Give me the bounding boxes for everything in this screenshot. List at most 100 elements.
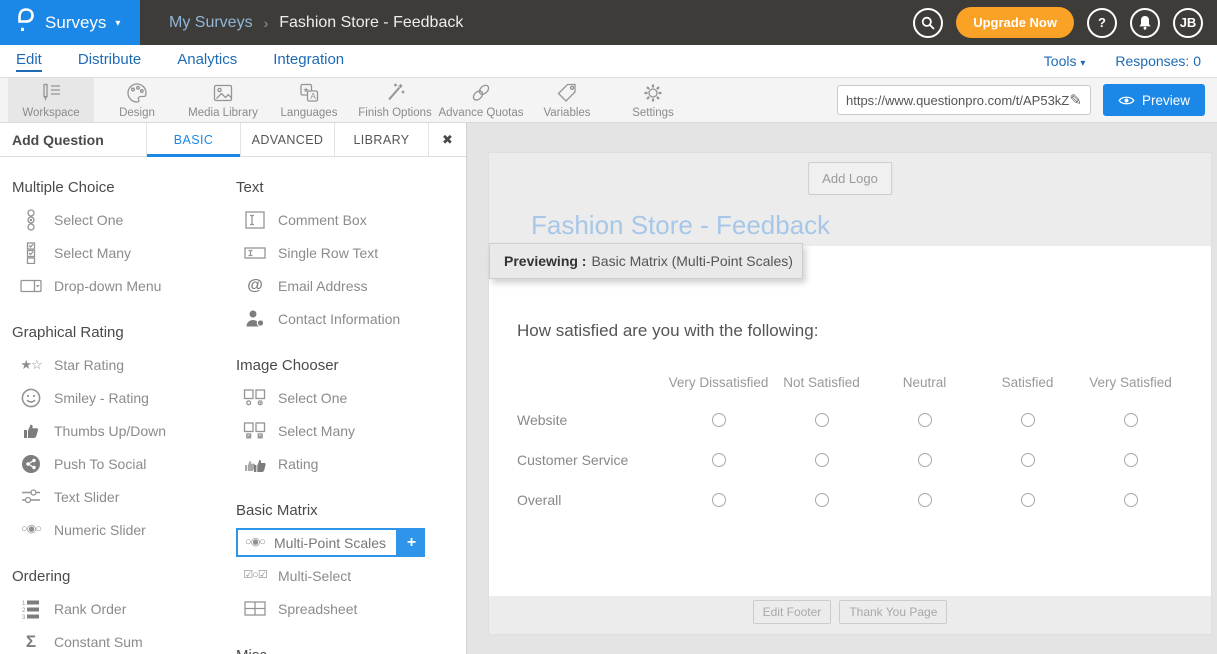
question-type-label: Text Slider — [54, 489, 119, 505]
radio-button-customer-service-not-satisfied[interactable] — [815, 453, 829, 467]
comment-box-icon — [242, 211, 268, 229]
question-type-email-address[interactable]: @Email Address — [236, 269, 460, 302]
add-logo-button[interactable]: Add Logo — [808, 162, 892, 195]
question-type-multi-point-scales[interactable]: ○◉○Multi-Point Scales — [236, 528, 398, 557]
toolbar-item-media-library[interactable]: Media Library — [180, 78, 266, 122]
preview-button[interactable]: Preview — [1103, 84, 1205, 116]
search-button[interactable] — [913, 8, 943, 38]
image-select-many-icon — [242, 422, 268, 439]
radio-button-overall-very-satisfied[interactable] — [1124, 493, 1138, 507]
question-type-select-many[interactable]: Select Many — [12, 236, 236, 269]
finish-options-icon — [383, 81, 407, 105]
matrix-row-label: Website — [517, 400, 667, 440]
radio-button-website-neutral[interactable] — [918, 413, 932, 427]
avatar[interactable]: JB — [1173, 8, 1203, 38]
toolbar-item-variables[interactable]: Variables — [524, 78, 610, 122]
topbar-actions: Upgrade Now ? JB — [913, 0, 1217, 45]
add-question-plus-button[interactable]: + — [398, 528, 425, 557]
section-title: Text — [236, 179, 460, 197]
radio-button-customer-service-very-satisfied[interactable] — [1124, 453, 1138, 467]
panel-column-2: Text Comment Box Single Row Text @Email Add… — [236, 157, 460, 654]
radio-button-website-very-dissatisfied[interactable] — [712, 413, 726, 427]
breadcrumb-current-survey: Fashion Store - Feedback — [279, 14, 463, 32]
question-type-spreadsheet[interactable]: Spreadsheet — [236, 592, 460, 625]
radio-button-customer-service-very-dissatisfied[interactable] — [712, 453, 726, 467]
tab-library[interactable]: LIBRARY — [334, 123, 428, 156]
question-type-contact-information[interactable]: Contact Information — [236, 302, 460, 335]
toolbar-item-label: Settings — [632, 107, 674, 119]
radio-button-website-not-satisfied[interactable] — [815, 413, 829, 427]
card-footer: Edit Footer Thank You Page — [489, 596, 1211, 636]
question-type-star-rating[interactable]: ★☆Star Rating — [12, 348, 236, 381]
question-type-select-many[interactable]: Select Many — [236, 414, 460, 447]
chevron-down-icon: ▾ — [115, 18, 120, 29]
image-rating-icon — [242, 455, 268, 473]
close-icon: ✖ — [442, 132, 453, 148]
product-name: Surveys — [45, 13, 106, 33]
edit-url-pencil-icon[interactable]: ✎ — [1069, 91, 1082, 109]
nav-item-analytics[interactable]: Analytics — [177, 51, 237, 72]
tab-basic[interactable]: BASIC — [146, 123, 240, 156]
question-type-single-row-text[interactable]: Single Row Text — [236, 236, 460, 269]
question-type-lists: Multiple ChoiceSelect OneSelect ManyDrop… — [0, 157, 466, 654]
radio-button-website-satisfied[interactable] — [1021, 413, 1035, 427]
question-type-active-row: ○◉○Multi-Point Scales+ — [236, 526, 460, 559]
question-type-label: Select Many — [54, 245, 131, 261]
question-type-numeric-slider[interactable]: ○◉○Numeric Slider — [12, 513, 236, 546]
nav-item-integration[interactable]: Integration — [273, 51, 344, 72]
toolbar-item-advance-quotas[interactable]: Advance Quotas — [438, 78, 524, 122]
question-type-multi-select[interactable]: ☑○☑Multi-Select — [236, 559, 460, 592]
matrix-row-label: Overall — [517, 480, 667, 520]
contact-icon — [242, 309, 268, 328]
question-type-label: Single Row Text — [278, 245, 378, 261]
survey-url-input[interactable] — [846, 93, 1069, 108]
question-type-drop-down-menu[interactable]: Drop-down Menu — [12, 269, 236, 302]
question-type-select-one[interactable]: Select One — [12, 203, 236, 236]
thank-you-page-button[interactable]: Thank You Page — [839, 600, 947, 624]
product-switcher[interactable]: Surveys ▾ — [0, 0, 140, 45]
bell-icon — [1138, 15, 1152, 30]
breadcrumb-my-surveys[interactable]: My Surveys — [169, 14, 253, 32]
toolbar-item-workspace[interactable]: Workspace — [8, 78, 94, 122]
toolbar-item-settings[interactable]: Settings — [610, 78, 696, 122]
question-type-label: Smiley - Rating — [54, 390, 149, 406]
radio-button-overall-very-dissatisfied[interactable] — [712, 493, 726, 507]
matrix-radio-cell — [1079, 400, 1182, 440]
question-type-thumbs-up-down[interactable]: Thumbs Up/Down — [12, 414, 236, 447]
radio-button-overall-satisfied[interactable] — [1021, 493, 1035, 507]
question-type-push-to-social[interactable]: Push To Social — [12, 447, 236, 480]
question-type-comment-box[interactable]: Comment Box — [236, 203, 460, 236]
radio-list-icon — [18, 209, 44, 231]
notifications-button[interactable] — [1130, 8, 1160, 38]
radio-button-website-very-satisfied[interactable] — [1124, 413, 1138, 427]
help-button[interactable]: ? — [1087, 8, 1117, 38]
question-type-rank-order[interactable]: 123Rank Order — [12, 592, 236, 625]
push-social-icon — [18, 454, 44, 474]
previewing-value: Basic Matrix (Multi-Point Scales) — [591, 253, 793, 269]
question-type-rating[interactable]: Rating — [236, 447, 460, 480]
upgrade-now-button[interactable]: Upgrade Now — [956, 7, 1074, 38]
toolbar-item-label: Finish Options — [358, 107, 432, 119]
toolbar-item-languages[interactable]: ALanguages — [266, 78, 352, 122]
survey-title[interactable]: Fashion Store - Feedback — [531, 210, 830, 241]
nav-tabs: Edit Distribute Analytics Integration — [16, 51, 344, 72]
close-panel-button[interactable]: ✖ — [428, 123, 466, 156]
radio-button-overall-not-satisfied[interactable] — [815, 493, 829, 507]
toolbar-item-design[interactable]: Design — [94, 78, 180, 122]
radio-button-overall-neutral[interactable] — [918, 493, 932, 507]
question-type-text-slider[interactable]: Text Slider — [12, 480, 236, 513]
edit-footer-button[interactable]: Edit Footer — [753, 600, 832, 624]
radio-button-customer-service-satisfied[interactable] — [1021, 453, 1035, 467]
question-type-smiley-rating[interactable]: Smiley - Rating — [12, 381, 236, 414]
toolbar-item-finish-options[interactable]: Finish Options — [352, 78, 438, 122]
nav-item-edit[interactable]: Edit — [16, 51, 42, 72]
matrix-radio-cell — [667, 440, 770, 480]
languages-icon: A — [297, 81, 321, 105]
responses-count[interactable]: Responses: 0 — [1115, 53, 1201, 69]
question-type-constant-sum[interactable]: ΣConstant Sum — [12, 625, 236, 654]
tools-dropdown[interactable]: Tools ▾ — [1044, 53, 1086, 69]
radio-button-customer-service-neutral[interactable] — [918, 453, 932, 467]
tab-advanced[interactable]: ADVANCED — [240, 123, 334, 156]
question-type-select-one[interactable]: Select One — [236, 381, 460, 414]
nav-item-distribute[interactable]: Distribute — [78, 51, 141, 72]
